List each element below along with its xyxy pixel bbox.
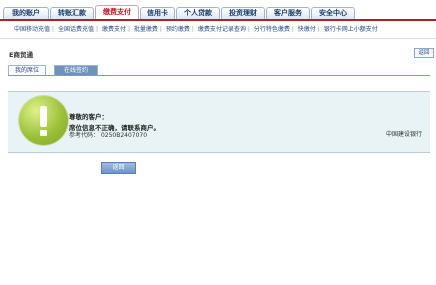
- subnav-separator: |: [127, 26, 130, 33]
- subnav-separator: |: [191, 26, 194, 33]
- subnav-separator: |: [52, 26, 55, 33]
- subnav-separator: |: [247, 26, 250, 33]
- subnav-bill-payment[interactable]: 缴费支付: [102, 26, 126, 33]
- subnav-batch-payment[interactable]: 批量缴费: [134, 26, 158, 33]
- tab-security-center[interactable]: 安全中心: [311, 7, 355, 19]
- greeting-text: 尊敬的客户：: [69, 113, 108, 121]
- tab-payment[interactable]: 缴费支付: [95, 5, 139, 19]
- tab-credit-card[interactable]: 信用卡: [140, 7, 175, 19]
- reference-code-value: 0250B2407070: [100, 132, 148, 139]
- section-title: E商贸通: [9, 51, 33, 59]
- sub-navigation: 中国移动充值 | 全国话费充值 | 缴费支付 | 批量缴费 | 预约缴费 | 缴费支付记录…: [14, 25, 378, 35]
- subtab-online-signing[interactable]: 在线签约: [54, 65, 98, 75]
- bank-name: 中国建设银行: [386, 131, 423, 138]
- subnav-mobile-recharge[interactable]: 中国移动充值: [14, 26, 50, 33]
- subnav-separator: |: [291, 26, 294, 33]
- subtab-underline: [8, 75, 430, 76]
- exclamation-bar: [40, 106, 47, 127]
- subnav-payment-records[interactable]: 缴费支付记录查询: [198, 26, 246, 33]
- reference-code-label: 参考代码：: [69, 132, 100, 139]
- exclamation-dot: [40, 130, 47, 136]
- subnav-separator: |: [159, 26, 162, 33]
- subnav-separator: |: [317, 26, 320, 33]
- tab-my-account[interactable]: 我的账户: [3, 7, 49, 19]
- subnav-scheduled-payment[interactable]: 预约缴费: [166, 26, 190, 33]
- tab-transfer[interactable]: 转账汇款: [50, 7, 94, 19]
- subnav-micro-payment[interactable]: 银行卡网上小额支付: [324, 26, 378, 33]
- subnav-divider: [0, 38, 436, 39]
- tab-underline: [0, 19, 436, 21]
- return-button[interactable]: 返回: [101, 162, 136, 174]
- subnav-branch-payment[interactable]: 分行特色缴费: [254, 26, 290, 33]
- subtab-my-seat[interactable]: 我的席位: [8, 65, 46, 75]
- subnav-quick-pay[interactable]: 快缴付: [298, 26, 316, 33]
- tab-customer-service[interactable]: 客户服务: [266, 7, 310, 19]
- reference-code-line: 参考代码： 0250B2407070: [69, 130, 147, 139]
- tab-personal-loan[interactable]: 个人贷款: [176, 7, 220, 19]
- tab-investment[interactable]: 投资理财: [221, 7, 265, 19]
- main-tab-bar: 我的账户 转账汇款 缴费支付 信用卡 个人贷款 投资理财 客户服务 安全中心: [2, 5, 434, 19]
- subnav-phone-recharge[interactable]: 全国话费充值: [58, 26, 94, 33]
- back-button[interactable]: 返回: [414, 48, 434, 58]
- exclamation-icon: [19, 96, 68, 145]
- error-message-panel: 尊敬的客户： 席位信息不正确，请联系商户。 参考代码： 0250B2407070…: [8, 91, 430, 153]
- subnav-separator: |: [95, 26, 99, 33]
